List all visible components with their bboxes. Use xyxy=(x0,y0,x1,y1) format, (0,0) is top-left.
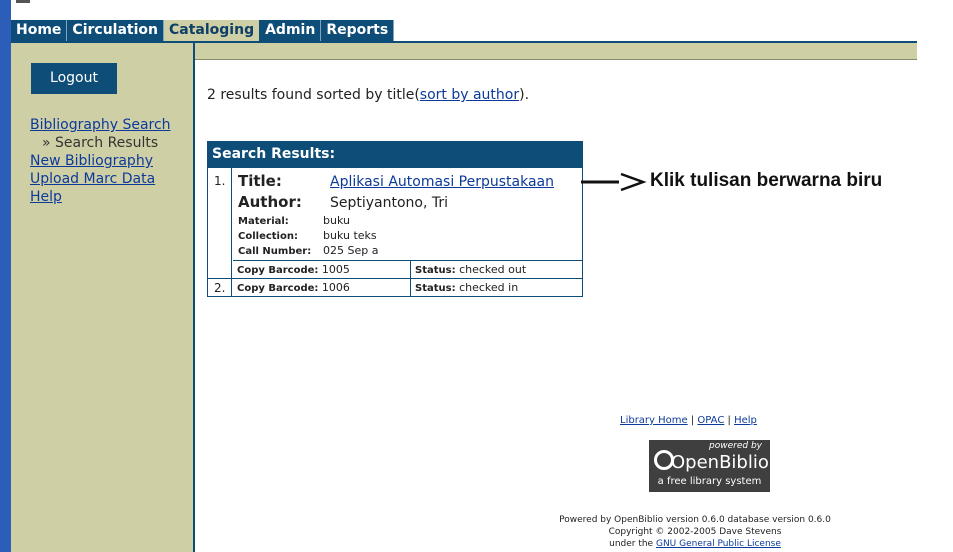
footer-link-opac[interactable]: OPAC xyxy=(697,415,724,426)
copy-barcode-label: Copy Barcode: xyxy=(237,265,319,276)
status-value: checked out xyxy=(459,263,527,276)
footer-license-prefix: under the xyxy=(609,539,656,549)
copy-row: Copy Barcode: 1005 Status: checked out xyxy=(233,260,582,278)
openbiblio-logo[interactable]: powered by OpenBiblio a free library sys… xyxy=(649,440,770,492)
result-row: 2. Copy Barcode: 1006 Status: checked in xyxy=(208,278,582,296)
title-label: Title: xyxy=(238,172,282,190)
gpl-license-link[interactable]: GNU General Public License xyxy=(656,539,781,549)
content-header-bar xyxy=(193,43,917,60)
top-strip xyxy=(11,0,953,22)
copy-barcode-label: Copy Barcode: xyxy=(237,283,319,294)
author-label: Author: xyxy=(238,193,302,211)
status-value: checked in xyxy=(459,281,519,294)
result-number: 2. xyxy=(208,279,232,296)
result-detail: Title: Aplikasi Automasi Perpustakaan Au… xyxy=(233,168,582,278)
logo-name: OpenBiblio xyxy=(671,452,769,473)
result-detail: Copy Barcode: 1006 Status: checked in xyxy=(233,279,582,296)
instruction-annotation: Klik tulisan berwarna biru xyxy=(650,170,883,191)
logo-powered-by: powered by xyxy=(709,441,762,451)
sidebar-nav: Bibliography Search » Search Results New… xyxy=(30,116,171,206)
search-results-table: Search Results: 1. Title: Aplikasi Autom… xyxy=(207,141,583,297)
logo-tagline: a free library system xyxy=(657,476,762,487)
result-row: 1. Title: Aplikasi Automasi Perpustakaan… xyxy=(208,167,582,278)
results-heading: Search Results: xyxy=(208,142,582,167)
window-left-edge xyxy=(0,0,11,552)
collection-value: buku teks xyxy=(323,229,377,242)
logout-button[interactable]: Logout xyxy=(31,63,117,94)
tab-bar: Home Circulation Cataloging Admin Report… xyxy=(11,20,395,41)
copy-row: Copy Barcode: 1006 Status: checked in xyxy=(233,279,582,296)
footer-credits: Powered by OpenBiblio version 0.6.0 data… xyxy=(520,514,870,550)
status-label: Status: xyxy=(415,265,456,276)
sidebar: Logout Bibliography Search » Search Resu… xyxy=(11,43,195,552)
footer-link-library-home[interactable]: Library Home xyxy=(620,415,688,426)
footer-link-help[interactable]: Help xyxy=(734,415,757,426)
tab-cataloging[interactable]: Cataloging xyxy=(164,20,261,41)
copy-barcode-value: 1005 xyxy=(321,263,350,276)
copy-barcode-value: 1006 xyxy=(321,281,350,294)
tab-circulation[interactable]: Circulation xyxy=(67,20,164,41)
status-label: Status: xyxy=(415,283,456,294)
collection-label: Collection: xyxy=(238,231,298,242)
tab-admin[interactable]: Admin xyxy=(260,20,322,41)
sidebar-item-upload-marc-data[interactable]: Upload Marc Data xyxy=(30,170,171,188)
call-number-value: 025 Sep a xyxy=(323,244,379,257)
tab-home[interactable]: Home xyxy=(11,20,68,41)
title-link[interactable]: Aplikasi Automasi Perpustakaan xyxy=(330,174,554,190)
material-label: Material: xyxy=(238,216,289,227)
result-number: 1. xyxy=(208,168,232,278)
arrow-pointer-icon xyxy=(581,172,647,192)
summary-text: 2 results found sorted by title( xyxy=(207,87,420,103)
summary-end: ). xyxy=(519,87,530,103)
sidebar-item-new-bibliography[interactable]: New Bibliography xyxy=(30,152,171,170)
material-value: buku xyxy=(323,214,350,227)
sidebar-item-help[interactable]: Help xyxy=(30,188,171,206)
results-summary: 2 results found sorted by title(sort by … xyxy=(207,87,529,103)
top-mark xyxy=(16,0,30,3)
author-value: Septiyantono, Tri xyxy=(330,195,449,211)
tab-reports[interactable]: Reports xyxy=(321,20,395,41)
footer-copyright-line: Copyright © 2002-2005 Dave Stevens xyxy=(608,527,782,537)
footer-links: Library Home | OPAC | Help xyxy=(620,415,757,426)
footer-version-line: Powered by OpenBiblio version 0.6.0 data… xyxy=(559,515,831,525)
sort-by-author-link[interactable]: sort by author xyxy=(420,87,519,103)
sidebar-item-bibliography-search[interactable]: Bibliography Search xyxy=(30,116,171,134)
sidebar-item-search-results: » Search Results xyxy=(42,135,159,151)
call-number-label: Call Number: xyxy=(238,246,312,257)
